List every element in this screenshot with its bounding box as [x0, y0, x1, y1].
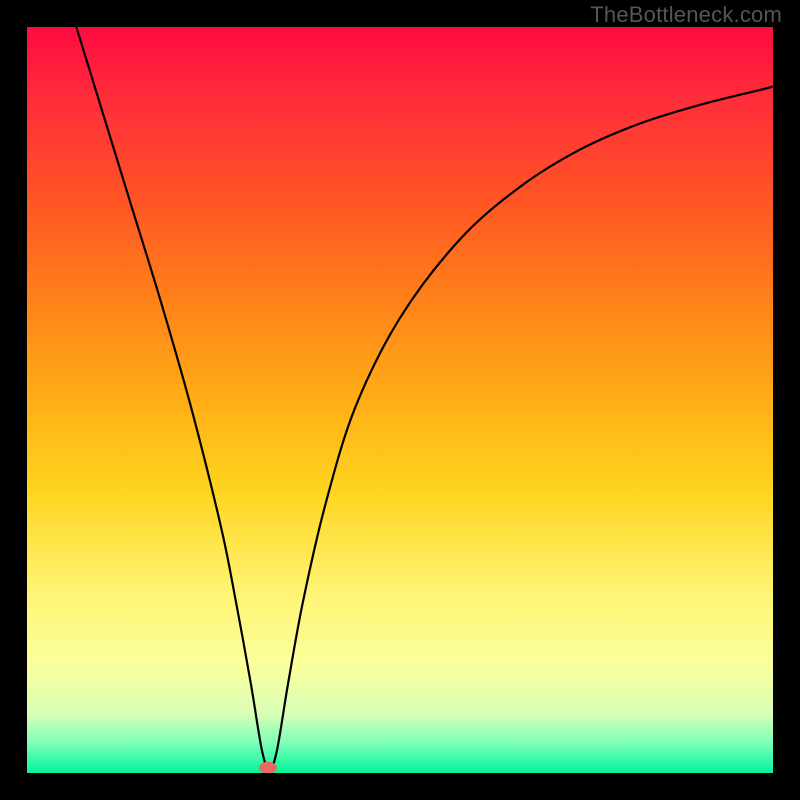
bottleneck-curve: [72, 27, 773, 769]
plot-area: [27, 27, 773, 773]
chart-frame: TheBottleneck.com: [0, 0, 800, 800]
curve-svg: [27, 27, 773, 773]
watermark-text: TheBottleneck.com: [590, 2, 782, 28]
